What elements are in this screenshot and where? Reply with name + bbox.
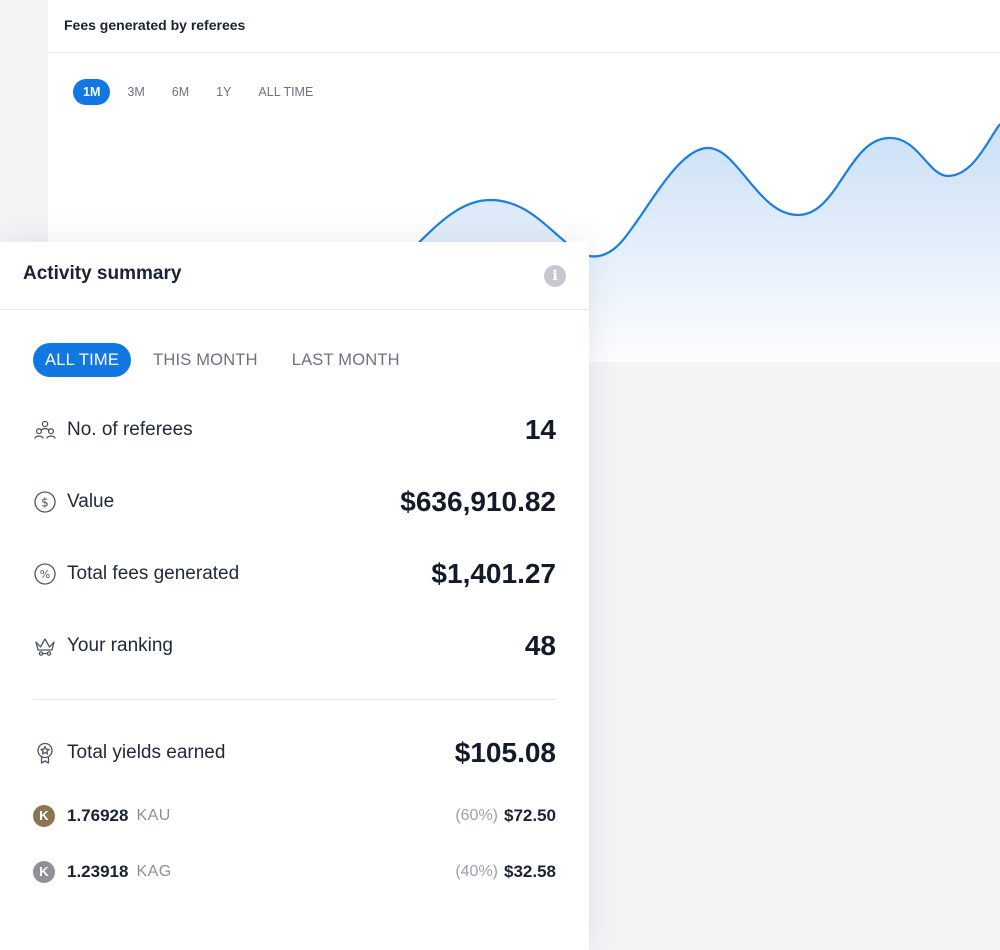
svg-text:%: % (40, 568, 50, 581)
stat-row-total-yields: Total yields earned $105.08 (33, 733, 556, 773)
period-tab-last-month[interactable]: LAST MONTH (280, 343, 412, 377)
stat-label-value: Value (67, 491, 115, 512)
coin-amount-kau: 1.76928 (67, 806, 129, 825)
stat-value-total-yields: $105.08 (454, 737, 556, 768)
coin-row-kau: K 1.76928 KAU (60%) $72.50 (33, 803, 556, 829)
svg-text:$: $ (41, 496, 49, 510)
stat-row-ranking: Your ranking 48 (33, 626, 556, 666)
stat-row-referees: No. of referees 14 (33, 410, 556, 450)
period-tabs: ALL TIME THIS MONTH LAST MONTH (33, 343, 422, 377)
fees-chart-title: Fees generated by referees (64, 17, 246, 33)
info-icon[interactable]: i (544, 265, 566, 287)
stat-row-value: $ Value $636,910.82 (33, 482, 556, 522)
coin-usd-kau: $72.50 (504, 806, 556, 825)
coin-symbol-kau: KAU (136, 807, 171, 824)
stat-label-total-fees: Total fees generated (67, 563, 240, 584)
stat-label-total-yields: Total yields earned (67, 742, 226, 763)
period-tab-this-month[interactable]: THIS MONTH (141, 343, 270, 377)
coin-pct-kau: (60%) (455, 807, 498, 824)
stat-row-total-fees: % Total fees generated $1,401.27 (33, 554, 556, 594)
coin-amount-kag: 1.23918 (67, 862, 129, 881)
period-tab-all-time[interactable]: ALL TIME (33, 343, 132, 377)
coin-pct-kag: (40%) (455, 863, 498, 880)
stat-value-total-fees: $1,401.27 (431, 558, 556, 589)
page: Fees generated by referees 1M 3M 6M 1Y A… (0, 0, 1000, 950)
range-tab-3m[interactable]: 3M (117, 79, 154, 105)
stat-label-referees: No. of referees (67, 419, 193, 440)
range-tab-1m[interactable]: 1M (73, 79, 111, 105)
range-tab-all-time[interactable]: ALL TIME (248, 79, 323, 105)
percent-circle-icon: % (34, 563, 56, 585)
summary-header: Activity summary i (0, 242, 589, 310)
range-tabs: 1M 3M 6M 1Y ALL TIME (73, 79, 330, 105)
dollar-circle-icon: $ (34, 491, 56, 513)
range-tab-1y[interactable]: 1Y (206, 79, 241, 105)
coin-row-kag: K 1.23918 KAG (40%) $32.58 (33, 859, 556, 885)
coin-symbol-kag: KAG (136, 863, 172, 880)
fees-chart-divider (48, 52, 1000, 53)
kag-coin-icon: K (33, 861, 55, 883)
referees-icon (34, 420, 56, 439)
stat-value-ranking: 48 (524, 630, 556, 661)
crown-icon (35, 638, 55, 656)
range-tab-6m[interactable]: 6M (162, 79, 199, 105)
activity-summary-card: Activity summary i ALL TIME THIS MONTH L… (0, 242, 589, 950)
stat-value-referees: 14 (524, 414, 556, 445)
coin-usd-kag: $32.58 (504, 862, 556, 881)
stat-label-ranking: Your ranking (67, 635, 173, 656)
summary-divider (33, 699, 556, 700)
medal-icon (37, 742, 53, 764)
stat-value-value: $636,910.82 (400, 486, 556, 517)
kau-coin-icon: K (33, 805, 55, 827)
summary-title: Activity summary (23, 263, 182, 284)
